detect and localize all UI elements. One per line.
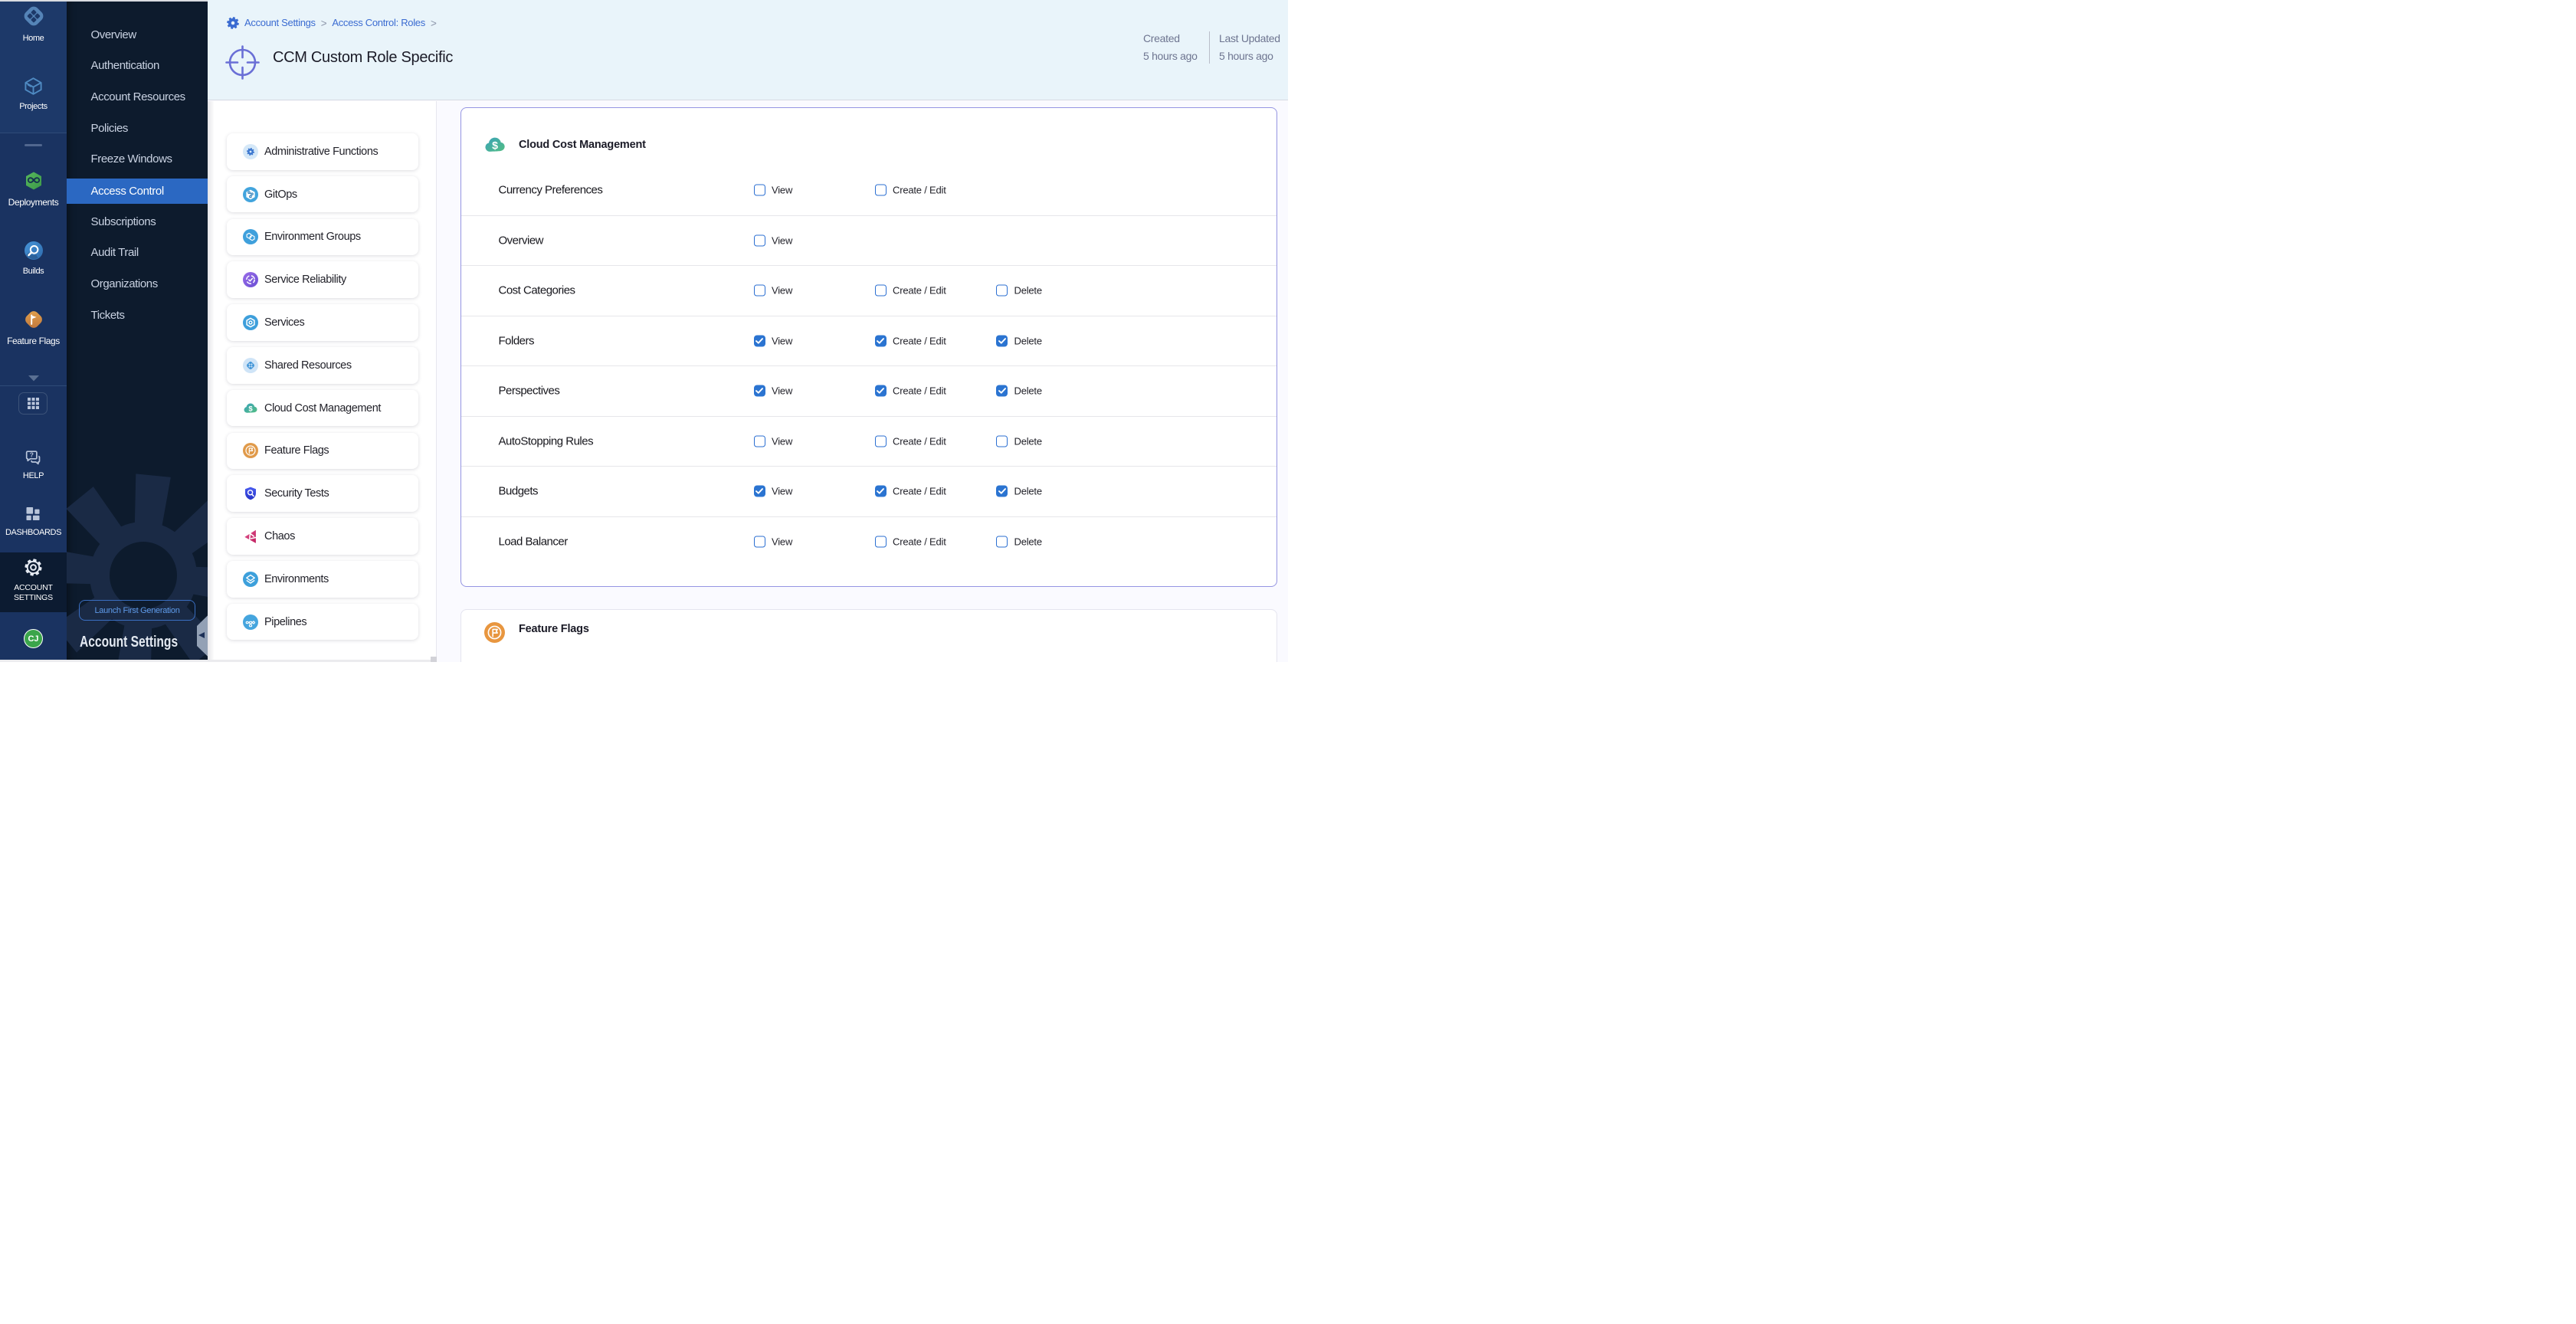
svg-text:?: ? [29,451,33,459]
svg-text:$: $ [248,405,253,413]
svg-text:$: $ [492,139,498,151]
